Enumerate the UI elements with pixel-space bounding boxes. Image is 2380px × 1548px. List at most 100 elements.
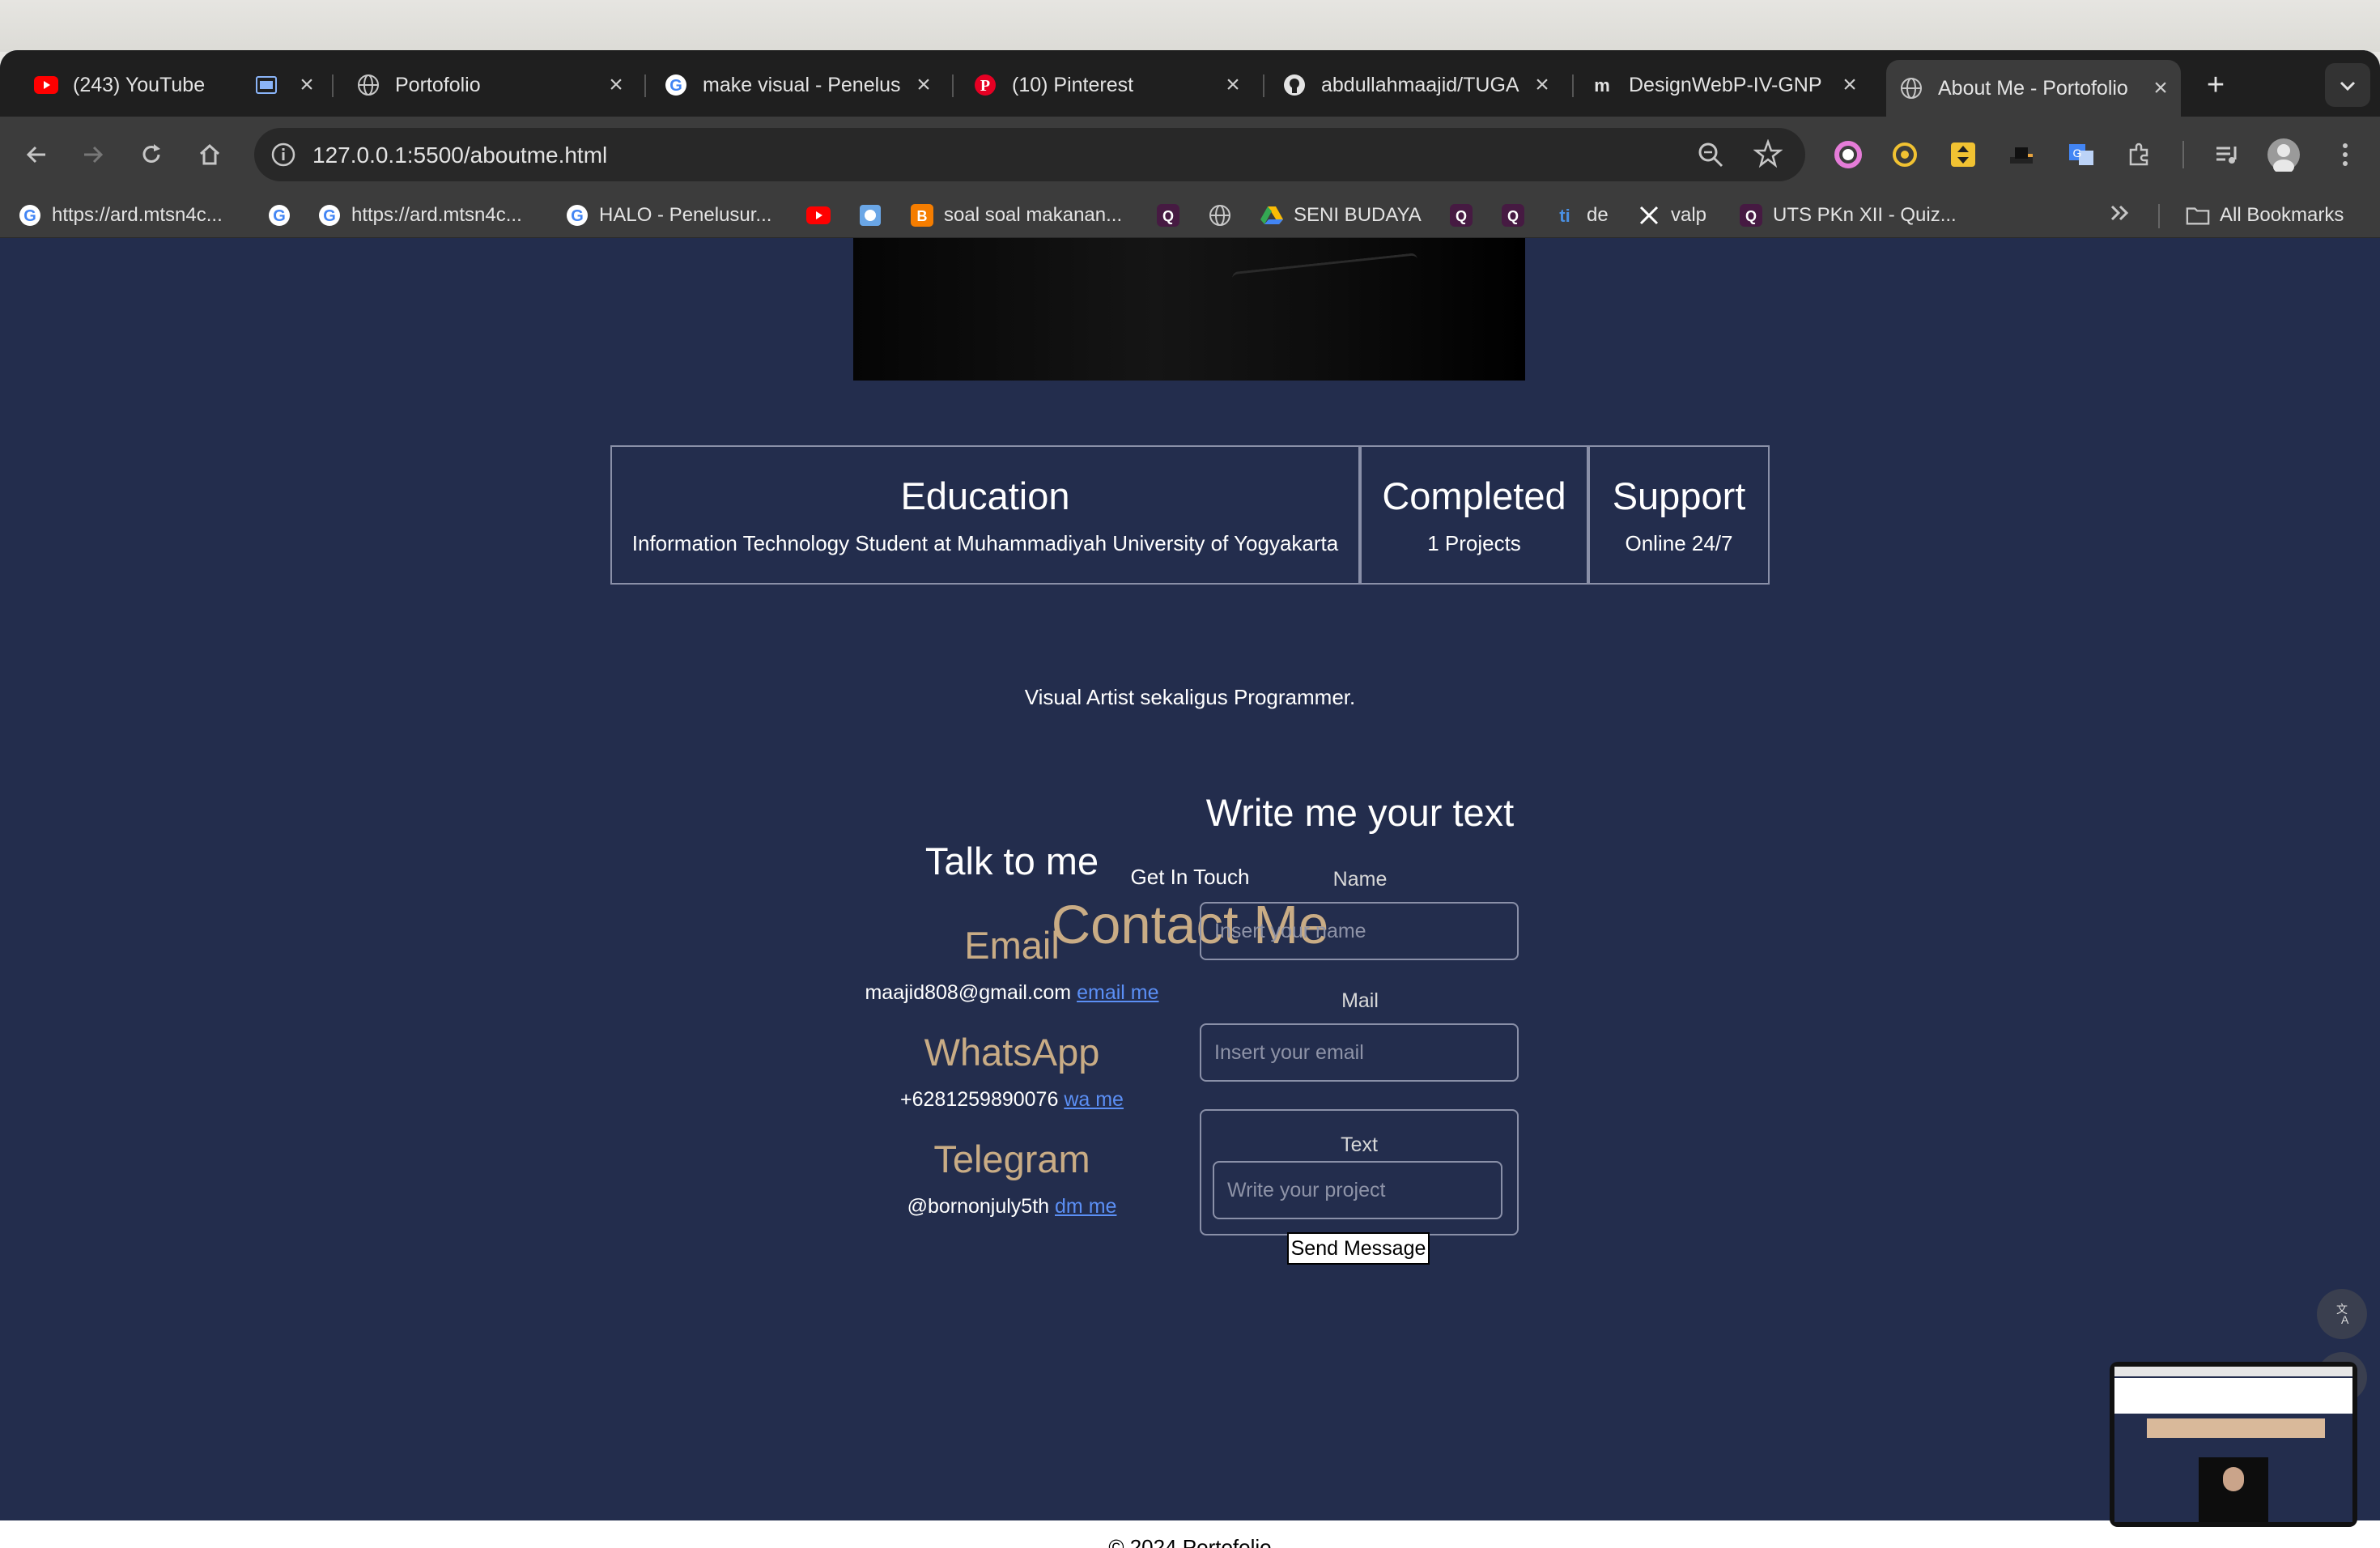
svg-text:ti: ti [1559, 206, 1570, 226]
bookmark-item[interactable]: G https://ard.mtsn4c... [18, 201, 223, 230]
bookmark-item[interactable]: valp [1637, 201, 1706, 230]
close-icon[interactable]: × [602, 71, 630, 99]
zoom-icon[interactable] [1697, 141, 1724, 172]
tagline: Visual Artist sekaligus Programmer. [1024, 685, 1356, 709]
tab-strip: (243) YouTube × Portofolio × G make visu… [0, 50, 2380, 117]
bookmark-item[interactable]: B soal soal makanan... [910, 201, 1122, 230]
puzzle-icon[interactable] [2119, 134, 2160, 175]
new-tab-button[interactable]: + [2195, 60, 2236, 110]
tab-pinterest[interactable]: P (10) Pinterest × [971, 60, 1247, 110]
card-text: Online 24/7 [1625, 531, 1733, 555]
card-title: Completed [1382, 474, 1566, 517]
tab-designweb[interactable]: m DesignWebP-IV-GNP × [1588, 60, 1864, 110]
ti-icon: ti [1553, 203, 1577, 228]
bookmark-label: soal soal makanan... [944, 204, 1123, 226]
tab-window[interactable]: × [253, 60, 317, 110]
window-icon [253, 71, 280, 99]
arrow-left-icon [26, 146, 45, 164]
reload-button[interactable] [131, 134, 172, 175]
about-cards: Education Information Technology Student… [610, 445, 1770, 585]
svg-text:G: G [571, 207, 584, 225]
close-icon[interactable]: × [1528, 71, 1556, 99]
text-label: Text [1341, 1133, 1378, 1156]
mail-input[interactable] [1200, 1023, 1519, 1082]
tab-separator [644, 74, 646, 97]
bookmark-item[interactable] [858, 201, 892, 230]
bookmark-item[interactable]: G HALO - Penelusur... [565, 201, 771, 230]
star-icon[interactable] [1753, 138, 1783, 172]
translate-icon[interactable]: 文A [2317, 1289, 2367, 1339]
tab-about-me[interactable]: About Me - Portofolio × [1886, 60, 2181, 117]
chevron-down-icon [2339, 74, 2357, 97]
tab-title: Portofolio [395, 73, 481, 96]
svg-text:G: G [273, 207, 286, 225]
telegram-line: @bornonjuly5th dm me [834, 1195, 1190, 1218]
bookmark-item[interactable]: G [267, 201, 301, 230]
translate-extension-icon[interactable]: G [2061, 134, 2102, 175]
whatsapp-line: +6281259890076 wa me [834, 1088, 1190, 1112]
close-icon[interactable]: × [1836, 71, 1864, 99]
more-menu-icon[interactable] [2325, 134, 2365, 175]
svg-text:G: G [323, 207, 336, 225]
name-input[interactable] [1200, 902, 1519, 960]
hat-extension-icon[interactable] [2001, 134, 2042, 175]
close-icon[interactable]: × [910, 71, 937, 99]
bookmark-item[interactable]: Q [1156, 201, 1190, 230]
bookmark-label: HALO - Penelusur... [599, 204, 772, 226]
wa-me-link[interactable]: wa me [1064, 1088, 1124, 1111]
email-title: Email [964, 924, 1060, 967]
svg-text:G: G [669, 77, 682, 95]
drive-icon [1260, 203, 1284, 228]
bookmark-item[interactable]: ti de [1553, 201, 1609, 230]
arrows-extension-icon[interactable] [1943, 134, 1983, 175]
email-address: maajid808@gmail.com [865, 981, 1072, 1004]
home-button[interactable] [189, 134, 230, 175]
card-support: Support Online 24/7 [1588, 445, 1770, 585]
tab-portofolio[interactable]: Portofolio × [355, 60, 630, 110]
bookmark-item[interactable]: Q UTS PKn XII - Quiz... [1739, 201, 1957, 230]
info-icon[interactable] [270, 142, 296, 172]
tab-search-button[interactable] [2325, 63, 2370, 107]
app-icon [858, 203, 882, 228]
bookmark-item[interactable]: SENI BUDAYA [1260, 201, 1422, 230]
bookmark-label: https://ard.mtsn4c... [52, 204, 223, 226]
email-line: maajid808@gmail.com email me [834, 981, 1190, 1005]
send-message-button[interactable]: Send Message [1287, 1232, 1430, 1265]
bookmark-item[interactable]: Q [1449, 201, 1483, 230]
color-extension-icon[interactable] [1828, 134, 1868, 175]
bookmark-item[interactable] [1208, 201, 1242, 230]
close-icon[interactable]: × [1219, 71, 1247, 99]
page-content: Education Information Technology Student… [0, 238, 2380, 1548]
forward-button[interactable] [73, 134, 113, 175]
project-input[interactable] [1213, 1161, 1502, 1219]
svg-text:G: G [23, 207, 36, 225]
google-icon: G [317, 203, 342, 228]
bookmarks-overflow-button[interactable] [2110, 201, 2131, 230]
tab-title: About Me - Portofolio [1938, 76, 2128, 100]
email-me-link[interactable]: email me [1077, 981, 1158, 1004]
bookmark-label: https://ard.mtsn4c... [351, 204, 522, 226]
page-preview-thumbnail[interactable] [2110, 1362, 2357, 1527]
media-control-icon[interactable] [2207, 134, 2247, 175]
tab-youtube[interactable]: (243) YouTube [32, 60, 251, 110]
plus-icon: + [2206, 67, 2225, 102]
quizizz-icon: Q [1739, 203, 1763, 228]
tab-github[interactable]: abdullahmaajid/TUGA × [1281, 60, 1556, 110]
bookmark-item[interactable] [806, 201, 840, 230]
all-bookmarks-button[interactable]: All Bookmarks [2186, 201, 2344, 230]
close-icon[interactable]: × [2147, 74, 2174, 102]
bookmark-item[interactable]: Q [1501, 201, 1535, 230]
bookmark-label: de [1587, 204, 1609, 226]
bookmark-item[interactable]: G https://ard.mtsn4c... [317, 201, 522, 230]
close-icon[interactable]: × [293, 71, 321, 99]
back-button[interactable] [16, 134, 57, 175]
tab-google-search[interactable]: G make visual - Penelus × [662, 60, 937, 110]
contact-title: Contact Me [1051, 895, 1329, 955]
google-icon: G [18, 203, 42, 228]
bookmarks-bar: G https://ard.mtsn4c... G G https://ard.… [0, 193, 2380, 238]
address-bar[interactable]: 127.0.0.1:5500/aboutme.html [254, 128, 1805, 181]
url-text: 127.0.0.1:5500/aboutme.html [312, 142, 608, 168]
avatar[interactable] [2263, 134, 2304, 175]
dm-me-link[interactable]: dm me [1055, 1195, 1116, 1218]
coin-extension-icon[interactable] [1885, 134, 1925, 175]
